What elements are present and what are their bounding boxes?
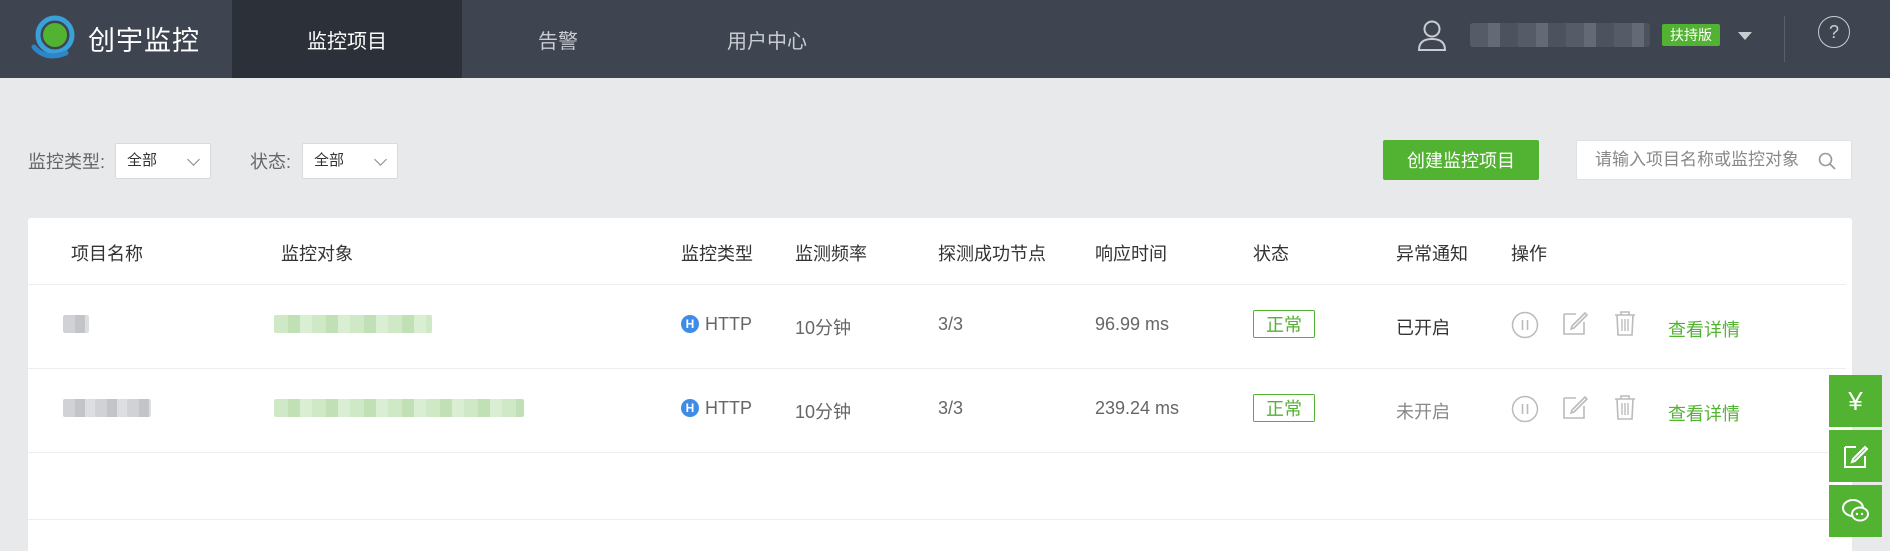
- edit-icon[interactable]: [1561, 393, 1589, 421]
- filter-status-select[interactable]: 全部: [302, 143, 398, 179]
- column-header-response: 响应时间: [1095, 244, 1167, 264]
- nav-tab-label: 告警: [538, 30, 578, 53]
- monitor-target-redacted[interactable]: [274, 399, 524, 417]
- project-name-redacted[interactable]: [63, 315, 89, 333]
- project-name-redacted[interactable]: [63, 399, 151, 417]
- plan-badge: 扶持版: [1662, 24, 1720, 46]
- success-nodes: 3/3: [938, 314, 964, 334]
- column-header-name: 项目名称: [71, 244, 143, 264]
- float-price-button[interactable]: ¥: [1829, 375, 1882, 427]
- monitor-type: H HTTP: [681, 312, 752, 335]
- response-time: 96.99 ms: [1095, 314, 1170, 334]
- user-icon[interactable]: [1416, 18, 1448, 52]
- response-time: 239.24 ms: [1095, 398, 1180, 418]
- filter-status-label: 状态:: [250, 152, 292, 172]
- monitor-table: 项目名称 监控对象 监控类型 监测频率 探测成功节点 响应时间 状态 异常通知 …: [28, 218, 1852, 551]
- divider: [28, 368, 1846, 369]
- search-input[interactable]: [1595, 141, 1825, 179]
- success-nodes: 3/3: [938, 398, 964, 418]
- pause-icon[interactable]: [1511, 395, 1539, 423]
- chat-icon: [1841, 499, 1869, 522]
- user-name-redacted[interactable]: [1470, 23, 1650, 47]
- notify-status: 未开启: [1396, 402, 1450, 422]
- nav-tab-monitor-projects[interactable]: 监控项目: [232, 0, 462, 78]
- monitor-type-label: HTTP: [705, 313, 752, 334]
- create-monitor-button[interactable]: 创建监控项目: [1383, 140, 1539, 180]
- monitor-type: H HTTP: [681, 396, 752, 419]
- notify-status: 已开启: [1396, 318, 1450, 338]
- chevron-down-icon[interactable]: [1738, 32, 1752, 40]
- edit-icon[interactable]: [1561, 309, 1589, 337]
- nav-tab-user-center[interactable]: 用户中心: [652, 0, 882, 78]
- monitor-type-label: HTTP: [705, 397, 752, 418]
- search-icon[interactable]: [1817, 151, 1837, 171]
- column-header-nodes: 探测成功节点: [938, 244, 1046, 264]
- column-header-status: 状态: [1253, 244, 1289, 264]
- float-chat-button[interactable]: [1829, 485, 1882, 537]
- app-name: 创宇监控: [88, 25, 200, 56]
- search-box: [1576, 140, 1852, 180]
- view-details-link[interactable]: 查看详情: [1668, 400, 1740, 426]
- nav-divider: [1784, 16, 1785, 62]
- chevron-down-icon: [374, 153, 387, 166]
- trash-icon[interactable]: [1611, 393, 1639, 421]
- column-header-type: 监控类型: [681, 244, 753, 264]
- trash-icon[interactable]: [1611, 309, 1639, 337]
- monitor-target-redacted[interactable]: [274, 315, 432, 333]
- chevron-down-icon: [187, 153, 200, 166]
- divider: [28, 519, 1846, 520]
- yuan-icon: ¥: [1848, 385, 1863, 416]
- pause-icon[interactable]: [1511, 311, 1539, 339]
- nav-tab-alerts[interactable]: 告警: [443, 0, 673, 78]
- status-badge: 正常: [1253, 310, 1315, 338]
- view-details-link[interactable]: 查看详情: [1668, 316, 1740, 342]
- filter-type-label: 监控类型:: [28, 152, 106, 172]
- filter-type-value: 全部: [127, 152, 158, 169]
- column-header-target: 监控对象: [281, 244, 353, 264]
- column-header-notify: 异常通知: [1396, 244, 1468, 264]
- monitor-frequency: 10分钟: [795, 402, 852, 422]
- filter-status-value: 全部: [314, 152, 345, 169]
- float-feedback-button[interactable]: [1829, 430, 1882, 482]
- nav-tab-label: 监控项目: [307, 30, 387, 53]
- monitor-frequency: 10分钟: [795, 318, 852, 338]
- status-badge: 正常: [1253, 394, 1315, 422]
- divider: [28, 452, 1846, 453]
- http-type-icon: H: [681, 399, 699, 417]
- nav-tab-label: 用户中心: [727, 30, 807, 53]
- divider: [28, 284, 1846, 285]
- app-logo[interactable]: 创宇监控: [28, 8, 208, 68]
- filter-type-select[interactable]: 全部: [115, 143, 211, 179]
- help-icon[interactable]: ?: [1818, 16, 1850, 48]
- column-header-actions: 操作: [1511, 244, 1547, 264]
- edit-icon: [1843, 445, 1868, 468]
- logo-icon: [31, 15, 75, 59]
- http-type-icon: H: [681, 315, 699, 333]
- column-header-frequency: 监测频率: [795, 244, 867, 264]
- top-nav-bar: 创宇监控 监控项目 告警 用户中心 扶持版 ?: [0, 0, 1890, 78]
